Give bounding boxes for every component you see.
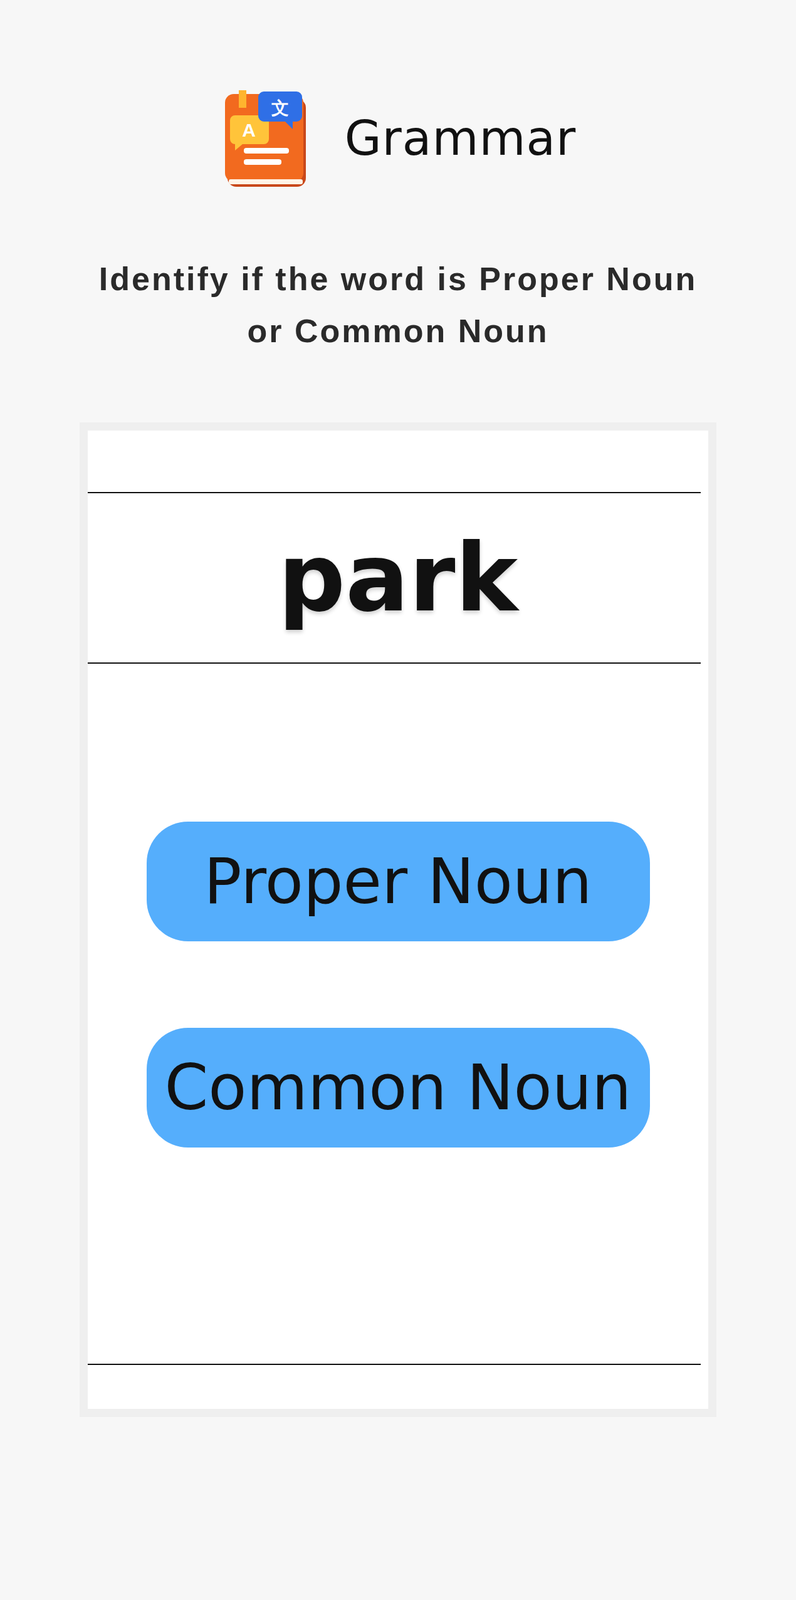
question-word: park	[87, 493, 709, 663]
svg-text:文: 文	[271, 97, 289, 119]
grammar-book-icon: A文	[219, 85, 313, 191]
word-rule	[87, 662, 701, 664]
header: A文 Grammar	[219, 85, 577, 191]
answer-button[interactable]: Proper Noun	[146, 821, 650, 942]
page: A文 Grammar Identify if the word is Proper …	[0, 0, 796, 1600]
answer-button[interactable]: Common Noun	[146, 1027, 650, 1148]
top-rule	[87, 492, 701, 494]
svg-text:A: A	[241, 119, 256, 141]
question-card: park Proper Noun Common Noun	[79, 422, 717, 1418]
answer-options: Proper Noun Common Noun	[87, 663, 709, 1364]
instruction: Identify if the word is Proper Noun or C…	[90, 253, 706, 358]
app-title: Grammar	[344, 110, 577, 167]
bottom-rule	[87, 1363, 701, 1366]
